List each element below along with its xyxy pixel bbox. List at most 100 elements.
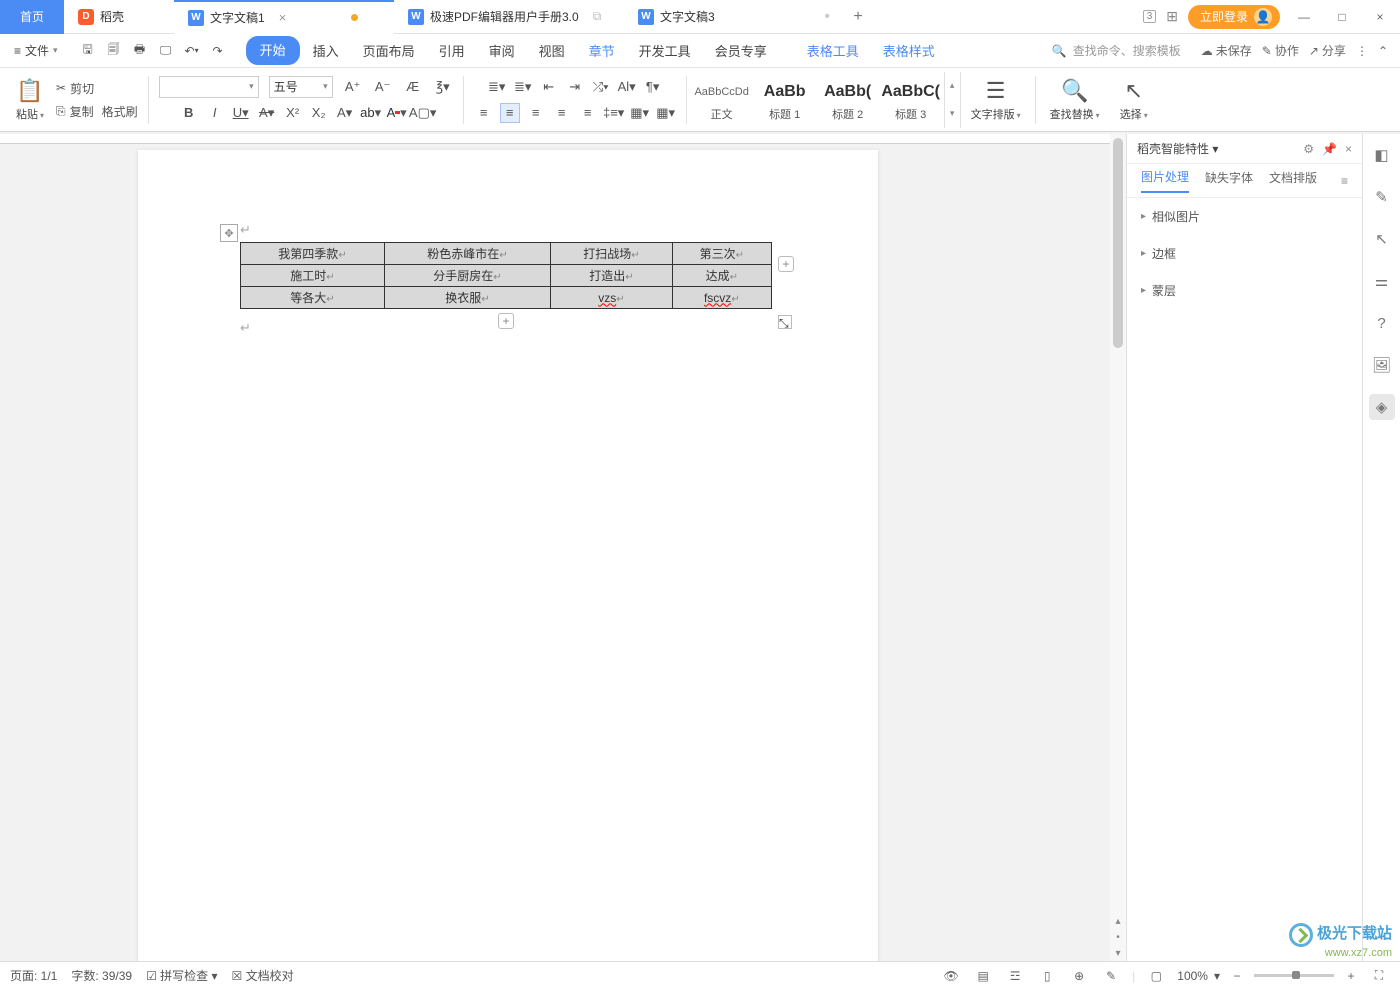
indent-button[interactable]: ⇥ [565, 77, 585, 97]
tab-docke[interactable]: D 稻壳 [64, 0, 174, 34]
italic-button[interactable]: I [205, 103, 225, 123]
grow-font-icon[interactable]: A⁺ [343, 77, 363, 97]
close-tab-icon[interactable]: × [279, 10, 287, 25]
tab-doc1[interactable]: W 文字文稿1 × [174, 0, 394, 34]
close-icon[interactable]: × [1366, 3, 1394, 31]
more-icon[interactable]: ⋮ [1356, 44, 1368, 58]
table-cell[interactable]: 等各大↵ [241, 287, 385, 309]
change-case-icon[interactable]: Ӕ [403, 77, 423, 97]
menu-tab-insert[interactable]: 插入 [302, 36, 350, 65]
scroll-dot-icon[interactable]: • [1110, 929, 1126, 945]
distribute-button[interactable]: ≡ [578, 103, 598, 123]
fullscreen-icon[interactable]: ⛶ [1368, 965, 1390, 987]
doc-check-toggle[interactable]: ☒ 文档校对 [232, 967, 294, 984]
superscript-button[interactable]: X² [283, 103, 303, 123]
view-outline-icon[interactable]: ☲ [1004, 965, 1026, 987]
align-center-button[interactable]: ≡ [500, 103, 520, 123]
view-read-icon[interactable]: ▯ [1036, 965, 1058, 987]
panel-section-similar[interactable]: 相似图片 [1127, 198, 1362, 235]
style-expand[interactable]: ▴▾ [944, 72, 960, 128]
menu-tab-view[interactable]: 视图 [528, 36, 576, 65]
menu-tab-layout[interactable]: 页面布局 [352, 36, 426, 65]
table-resize-handle[interactable]: ⤡ [778, 315, 792, 329]
print-preview-icon[interactable]: 🖵 [154, 39, 178, 63]
table[interactable]: ✥ 我第四季款↵粉色赤峰市在↵打扫战场↵第三次↵施工时↵分手厨房在↵打造出↵达成… [240, 242, 772, 309]
subscript-button[interactable]: X₂ [309, 103, 329, 123]
zoom-in-button[interactable]: + [1340, 965, 1362, 987]
zoom-out-button[interactable]: − [1226, 965, 1248, 987]
gear-icon[interactable]: ⚙ [1303, 142, 1314, 156]
panel-section-border[interactable]: 边框 [1127, 235, 1362, 272]
search-input[interactable]: 🔍 查找命令、搜索模板 [1042, 39, 1191, 62]
justify-button[interactable]: ≡ [552, 103, 572, 123]
menu-tab-table-style[interactable]: 表格样式 [872, 36, 946, 65]
pin-icon[interactable]: 📌 [1322, 142, 1337, 156]
style-heading3[interactable]: AaBbC(标题 3 [880, 72, 942, 128]
style-normal[interactable]: AaBbCcDd正文 [691, 72, 753, 128]
save-as-icon[interactable]: 🗐 [102, 39, 126, 63]
table-cell[interactable]: 分手厨房在↵ [384, 265, 550, 287]
table-cell[interactable]: vzs↵ [551, 287, 673, 309]
undo-icon[interactable]: ↶▾ [180, 39, 204, 63]
borders-button[interactable]: ▦▾ [656, 103, 676, 123]
menu-tab-section[interactable]: 章节 [578, 36, 626, 65]
redo-icon[interactable]: ↷ [206, 39, 230, 63]
align-left-button[interactable]: ≡ [474, 103, 494, 123]
unsaved-link[interactable]: ☁ 未保存 [1201, 42, 1252, 59]
eye-icon[interactable]: 👁 [940, 965, 962, 987]
zoom-label[interactable]: 100% [1177, 969, 1208, 983]
share-link[interactable]: ↗ 分享 [1309, 42, 1346, 59]
save-icon[interactable]: 🖫 [76, 39, 100, 63]
text-effect-button[interactable]: A▾ [335, 103, 355, 123]
copy-tab-icon[interactable]: ⧉ [593, 9, 602, 24]
table-cell[interactable]: 我第四季款↵ [241, 243, 385, 265]
numbering-button[interactable]: ≣▾ [513, 77, 533, 97]
cut-button[interactable]: ✂ 剪切 [56, 80, 138, 97]
sidebar-templates-icon[interactable]: ◧ [1369, 142, 1395, 168]
print-icon[interactable]: 🖶 [128, 39, 152, 63]
view-web-icon[interactable]: ⊕ [1068, 965, 1090, 987]
copy-button[interactable]: ⎘ 复制 [56, 103, 94, 120]
sidebar-select-icon[interactable]: ↖ [1369, 226, 1395, 252]
shading-button[interactable]: ▦▾ [630, 103, 650, 123]
scroll-up-icon[interactable]: ▴ [1110, 913, 1126, 929]
highlight-button[interactable]: ab▾ [361, 103, 381, 123]
find-replace-button[interactable]: 🔍 查找替换 [1046, 76, 1104, 124]
sidebar-pen-icon[interactable]: ✎ [1369, 184, 1395, 210]
ruler-horizontal[interactable] [0, 134, 1110, 144]
collapse-ribbon-icon[interactable]: ⌃ [1378, 44, 1388, 58]
close-panel-icon[interactable]: × [1345, 142, 1352, 156]
tab-home[interactable]: 首页 [0, 0, 64, 34]
paste-button[interactable]: 📋 粘贴 [12, 76, 48, 124]
sort-button[interactable]: ⤮▾ [591, 77, 611, 97]
page-indicator[interactable]: 页面: 1/1 [10, 967, 57, 984]
table-cell[interactable]: fscvz↵ [672, 287, 771, 309]
sidebar-ai-icon[interactable]: ◈ [1369, 394, 1395, 420]
table-cell[interactable]: 施工时↵ [241, 265, 385, 287]
panel-section-mask[interactable]: 蒙层 [1127, 272, 1362, 309]
shrink-font-icon[interactable]: A⁻ [373, 77, 393, 97]
style-heading2[interactable]: AaBb(标题 2 [817, 72, 879, 128]
strike-button[interactable]: A▾ [257, 103, 277, 123]
scroll-down-icon[interactable]: ▾ [1110, 945, 1126, 961]
login-button[interactable]: 立即登录 👤 [1188, 5, 1280, 29]
table-cell[interactable]: 第三次↵ [672, 243, 771, 265]
zoom-slider[interactable] [1254, 974, 1334, 977]
sidebar-settings-icon[interactable]: ⚌ [1369, 268, 1395, 294]
panel-tab-image[interactable]: 图片处理 [1141, 168, 1189, 193]
maximize-icon[interactable]: □ [1328, 3, 1356, 31]
table-cell[interactable]: 换衣服↵ [384, 287, 550, 309]
table-cell[interactable]: 粉色赤峰市在↵ [384, 243, 550, 265]
bullets-button[interactable]: ≣▾ [487, 77, 507, 97]
show-marks-button[interactable]: ¶▾ [643, 77, 663, 97]
menu-tab-review[interactable]: 审阅 [478, 36, 526, 65]
menu-tab-start[interactable]: 开始 [246, 36, 300, 65]
add-row-button[interactable]: + [498, 313, 514, 329]
minimize-icon[interactable]: — [1290, 3, 1318, 31]
apps-icon[interactable]: ⊞ [1166, 8, 1178, 25]
word-count[interactable]: 字数: 39/39 [71, 967, 132, 984]
view-page-icon[interactable]: ▤ [972, 965, 994, 987]
add-tab-button[interactable]: + [844, 3, 872, 31]
vertical-scrollbar[interactable]: ▴ • ▾ 《 [1110, 134, 1126, 961]
bold-button[interactable]: B [179, 103, 199, 123]
